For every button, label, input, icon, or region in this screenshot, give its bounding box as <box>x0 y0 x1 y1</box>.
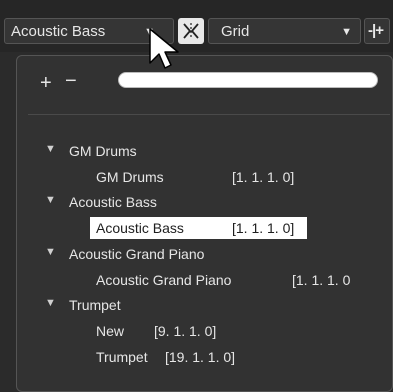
expand-triangle-icon[interactable]: ▼ <box>45 143 56 155</box>
grid-select-value: Grid <box>221 23 250 40</box>
tree-group-trumpet[interactable]: Trumpet <box>69 297 121 313</box>
tree-item-name: Acoustic Bass <box>96 220 184 236</box>
remove-button[interactable]: − <box>65 70 77 93</box>
tree-item-name[interactable]: GM Drums <box>96 169 164 185</box>
tree-item-position: [1. 1. 1. 0 <box>292 272 351 288</box>
quantize-icon: -|+ <box>368 22 384 39</box>
expand-triangle-icon[interactable]: ▼ <box>45 194 56 206</box>
tree-item-name[interactable]: Trumpet <box>96 349 148 365</box>
chevron-down-icon: ▼ <box>341 26 352 38</box>
tree-item-position: [19. 1. 1. 0] <box>165 349 236 365</box>
tree-item-name[interactable]: Acoustic Grand Piano <box>96 272 231 288</box>
expand-triangle-icon[interactable]: ▼ <box>45 297 56 309</box>
grid-select[interactable]: Grid ▼ <box>208 18 361 44</box>
divider <box>28 114 390 115</box>
add-button[interactable]: + <box>40 72 52 95</box>
tree-item-selected[interactable]: Acoustic Bass [1. 1. 1. 0] <box>90 217 307 239</box>
tree-item-position: [1. 1. 1. 0] <box>232 220 295 236</box>
tree-group-acoustic-bass[interactable]: Acoustic Bass <box>69 194 157 210</box>
mouse-pointer-icon <box>149 28 179 69</box>
tree-item-position: [9. 1. 1. 0] <box>154 323 217 339</box>
quantize-button[interactable]: -|+ <box>364 18 390 44</box>
tree-item-name[interactable]: New <box>96 323 124 339</box>
tree-group-gm-drums[interactable]: GM Drums <box>69 143 137 159</box>
instrument-select-value: Acoustic Bass <box>11 23 106 40</box>
tree-group-acoustic-grand-piano[interactable]: Acoustic Grand Piano <box>69 246 204 262</box>
expand-triangle-icon[interactable]: ▼ <box>45 246 56 258</box>
tree-item-position: [1. 1. 1. 0] <box>232 169 295 185</box>
